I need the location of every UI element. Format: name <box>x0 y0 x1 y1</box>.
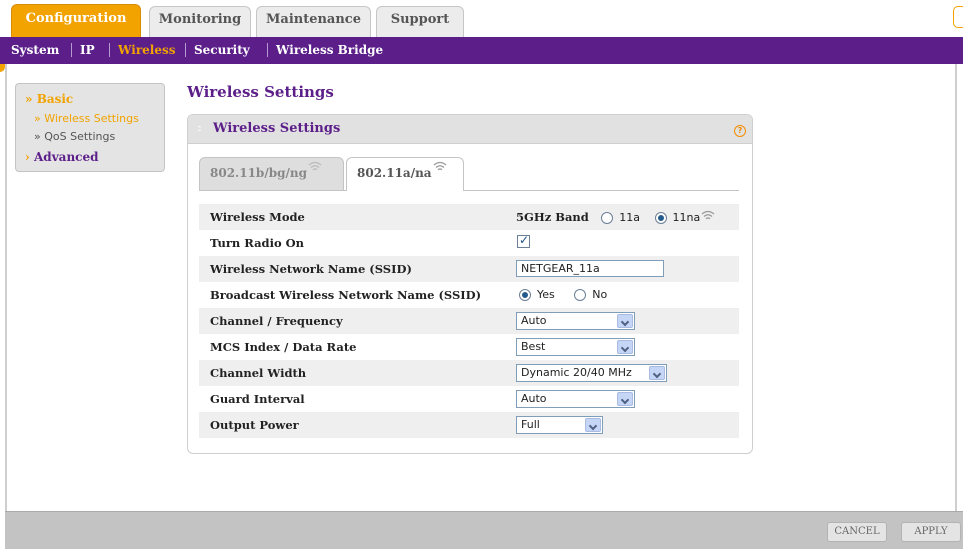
row-wireless-mode: Wireless Mode 5GHz Band 11a 11na <box>199 204 739 230</box>
guard-interval-select[interactable]: Auto <box>516 390 635 408</box>
row-channel: Channel / Frequency Auto <box>199 308 739 334</box>
mcs-label: MCS Index / Data Rate <box>210 340 357 354</box>
settings-area: Wireless Mode 5GHz Band 11a 11na Turn Ra… <box>199 190 739 453</box>
wifi-icon <box>308 161 322 171</box>
footer-bar: CANCEL APPLY <box>5 511 963 549</box>
sidebar-basic[interactable]: » Basic <box>25 92 73 106</box>
tab-monitoring[interactable]: Monitoring <box>149 6 251 37</box>
ssid-label: Wireless Network Name (SSID) <box>210 262 412 276</box>
row-ssid: Wireless Network Name (SSID) <box>199 256 739 282</box>
subnav-separator <box>185 43 186 57</box>
sidebar-advanced-label: Advanced <box>34 150 99 164</box>
tab-band-2-4ghz[interactable]: 802.11b/bg/ng <box>199 157 344 190</box>
top-tab-bar: Configuration Monitoring Maintenance Sup… <box>0 0 963 37</box>
tab-band-5ghz[interactable]: 802.11a/na <box>346 157 464 191</box>
chevron-down-icon <box>617 314 633 328</box>
frame-border-left <box>5 64 7 511</box>
band-tab-label: 802.11b/bg/ng <box>210 166 307 180</box>
apply-button[interactable]: APPLY <box>901 522 961 542</box>
row-guard-interval: Guard Interval Auto <box>199 386 739 412</box>
channel-width-label: Channel Width <box>210 366 307 380</box>
broadcast-label: Broadcast Wireless Network Name (SSID) <box>210 288 482 302</box>
sidebar-advanced[interactable]: › Advanced <box>25 150 99 164</box>
tab-configuration[interactable]: Configuration <box>11 4 141 37</box>
subnav-system[interactable]: System <box>11 43 59 57</box>
subnav-ip[interactable]: IP <box>80 43 95 57</box>
radio-11a[interactable] <box>601 212 614 224</box>
mcs-select-value: Best <box>521 340 546 353</box>
output-power-select-value: Full <box>521 418 540 431</box>
band-label: 5GHz Band <box>516 210 589 224</box>
tab-support[interactable]: Support <box>376 6 464 37</box>
subnav-security[interactable]: Security <box>194 43 250 57</box>
page-title: Wireless Settings <box>187 83 334 101</box>
check-icon: ✓ <box>519 233 530 247</box>
chevron-right-icon: › <box>25 150 30 164</box>
logout-button[interactable] <box>953 6 963 28</box>
radio-on-label: Turn Radio On <box>210 236 305 250</box>
settings-form: Wireless Mode 5GHz Band 11a 11na Turn Ra… <box>199 191 739 453</box>
radio-11na[interactable] <box>654 212 667 224</box>
subnav-separator <box>71 43 72 57</box>
sidebar-item-qos-settings[interactable]: » QoS Settings <box>34 130 115 143</box>
radio-broadcast-yes[interactable] <box>519 289 531 301</box>
chevron-down-icon <box>617 392 633 406</box>
band-tab-label: 802.11a/na <box>357 166 432 180</box>
subnav-wireless[interactable]: Wireless <box>118 43 176 57</box>
chevron-down-icon <box>585 418 601 432</box>
chevron-down-icon <box>649 366 665 380</box>
tab-maintenance[interactable]: Maintenance <box>256 6 371 37</box>
help-icon[interactable]: ? <box>734 125 746 137</box>
radio-11na-label: 11na <box>672 211 701 224</box>
output-power-select[interactable]: Full <box>516 416 603 434</box>
radio-broadcast-yes-label: Yes <box>537 288 555 301</box>
radio-broadcast-no[interactable] <box>574 289 587 301</box>
guard-interval-select-value: Auto <box>521 392 547 405</box>
panel-body: 802.11b/bg/ng 802.11a/na Wireless Mode 5… <box>189 145 751 453</box>
subnav-wireless-bridge[interactable]: Wireless Bridge <box>276 43 383 57</box>
channel-select[interactable]: Auto <box>516 312 635 330</box>
wireless-mode-options: 5GHz Band 11a 11na <box>516 210 715 224</box>
chevron-down-icon: » <box>25 92 33 106</box>
subnav-separator <box>267 43 268 57</box>
subnav-separator <box>109 43 110 57</box>
chevron-down-icon <box>617 340 633 354</box>
row-mcs: MCS Index / Data Rate Best <box>199 334 739 360</box>
row-radio-on: Turn Radio On ✓ <box>199 230 739 256</box>
ssid-input[interactable] <box>516 260 664 277</box>
wireless-mode-label: Wireless Mode <box>210 210 305 224</box>
frame-border-right <box>955 64 957 511</box>
sidebar-item-wireless-settings[interactable]: » Wireless Settings <box>34 112 139 125</box>
radio-11a-label: 11a <box>619 211 641 224</box>
row-broadcast: Broadcast Wireless Network Name (SSID) Y… <box>199 282 739 308</box>
wireless-settings-panel: :: Wireless Settings ? 802.11b/bg/ng 802… <box>187 114 753 454</box>
channel-select-value: Auto <box>521 314 547 327</box>
sidebar: » Basic » Wireless Settings » QoS Settin… <box>15 83 165 172</box>
drag-grip-icon: :: <box>197 123 202 134</box>
channel-width-select[interactable]: Dynamic 20/40 MHz <box>516 364 667 382</box>
radio-broadcast-no-label: No <box>592 288 608 301</box>
sub-navigation: System IP Wireless Security Wireless Bri… <box>0 37 963 64</box>
guard-interval-label: Guard Interval <box>210 392 305 406</box>
wifi-icon <box>701 210 715 220</box>
panel-title: Wireless Settings <box>213 121 341 136</box>
wifi-icon <box>433 161 447 171</box>
row-channel-width: Channel Width Dynamic 20/40 MHz <box>199 360 739 386</box>
output-power-label: Output Power <box>210 418 299 432</box>
panel-header: :: Wireless Settings ? <box>188 115 752 144</box>
row-output-power: Output Power Full <box>199 412 739 438</box>
sidebar-basic-label: Basic <box>36 92 74 106</box>
mcs-select[interactable]: Best <box>516 338 635 356</box>
channel-label: Channel / Frequency <box>210 314 343 328</box>
cancel-button[interactable]: CANCEL <box>827 522 887 542</box>
channel-width-select-value: Dynamic 20/40 MHz <box>521 366 632 379</box>
radio-on-checkbox[interactable]: ✓ <box>517 233 530 248</box>
